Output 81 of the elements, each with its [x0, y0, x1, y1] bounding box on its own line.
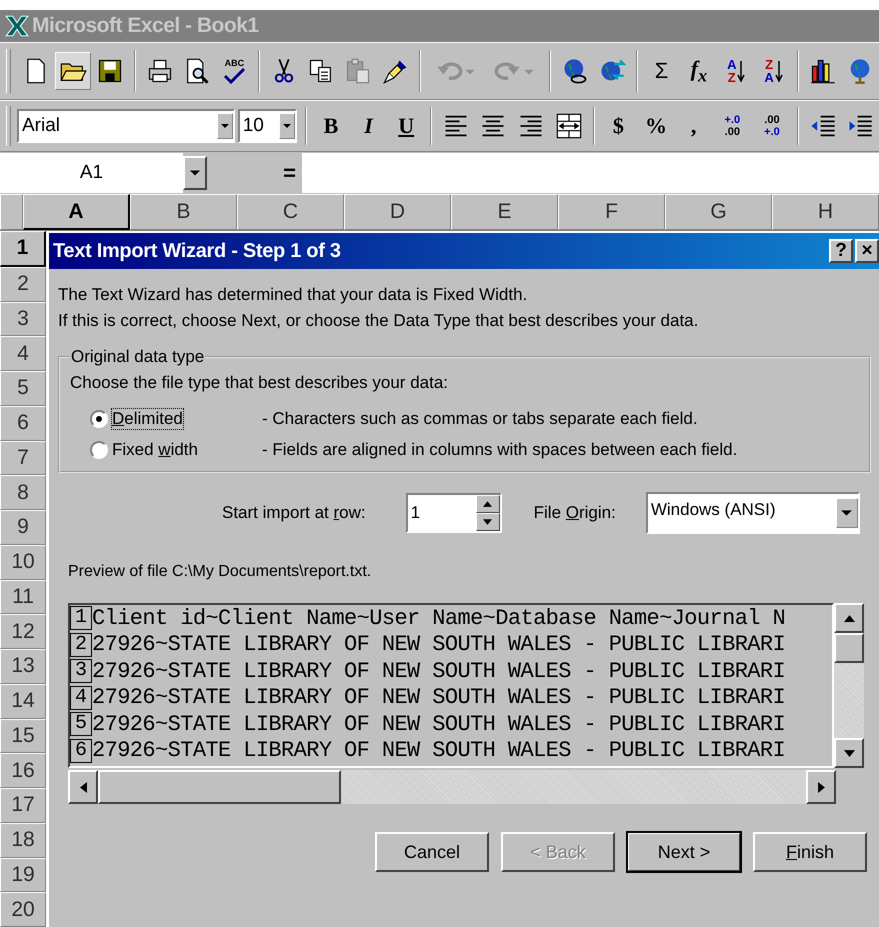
- row-header[interactable]: 9: [0, 510, 46, 545]
- name-box[interactable]: A1: [0, 153, 183, 194]
- line-number: 3: [70, 659, 92, 684]
- merge-cells-icon: [554, 112, 583, 140]
- preview-line: 27926~STATE LIBRARY OF NEW SOUTH WALES - PUBLIC LIBRARI: [92, 632, 786, 658]
- column-header[interactable]: G: [665, 194, 772, 230]
- column-header[interactable]: F: [558, 194, 665, 230]
- horizontal-scrollbar[interactable]: [68, 770, 836, 804]
- start-row-label: Start import at row:: [222, 503, 366, 524]
- preview-line: Client id~Client Name~User Name~Database Name~Journal N: [92, 606, 786, 631]
- row-header[interactable]: 11: [0, 580, 46, 614]
- dropdown-arrow-icon: [190, 169, 200, 178]
- close-button[interactable]: ×: [855, 239, 879, 264]
- row-header[interactable]: 13: [0, 649, 46, 684]
- row-header[interactable]: 19: [0, 858, 46, 892]
- radio-option[interactable]: Fixed width: [70, 440, 262, 460]
- select-all-corner[interactable]: [0, 194, 23, 230]
- edit-formula-button[interactable]: =: [283, 160, 296, 186]
- checkmark-icon: [221, 68, 248, 84]
- column-header[interactable]: C: [237, 194, 344, 230]
- preview-line: 27926~STATE LIBRARY OF NEW SOUTH WALES - PUBLIC LIBRARI: [92, 685, 786, 710]
- line-number: 6: [70, 738, 92, 763]
- help-button[interactable]: ?: [829, 239, 853, 264]
- name-box-dropdown[interactable]: [183, 156, 207, 190]
- row-header[interactable]: 17: [0, 788, 46, 823]
- row-header[interactable]: 4: [0, 336, 46, 372]
- preview-line: 27926~STATE LIBRARY OF NEW SOUTH WALES - PUBLIC LIBRARI: [92, 658, 786, 684]
- file-origin-label: File Origin:: [534, 503, 616, 524]
- line-number: 1: [70, 606, 92, 630]
- start-row-spinner[interactable]: 1: [406, 493, 502, 534]
- row-header[interactable]: 2: [0, 266, 46, 302]
- scroll-thumb[interactable]: [834, 633, 864, 664]
- column-header[interactable]: H: [772, 194, 879, 230]
- row-header[interactable]: 15: [0, 718, 46, 754]
- bar-chart-icon: [808, 57, 837, 86]
- vertical-scrollbar[interactable]: [834, 603, 864, 768]
- row-header[interactable]: 12: [0, 614, 46, 650]
- radio-button[interactable]: [90, 410, 108, 428]
- radio-option[interactable]: Delimited: [70, 408, 262, 429]
- font-dropdown[interactable]: Arial: [16, 109, 235, 144]
- row-header[interactable]: 18: [0, 822, 46, 858]
- dialog-button[interactable]: Finish: [753, 832, 867, 872]
- dialog-title: Text Import Wizard - Step 1 of 3: [53, 240, 342, 263]
- line-number: 2: [70, 632, 92, 657]
- option-description: - Characters such as commas or tabs separate each field.: [262, 408, 698, 429]
- window-title: Microsoft Excel - Book1: [32, 14, 259, 38]
- column-header[interactable]: B: [130, 194, 237, 230]
- dialog-button[interactable]: Cancel: [375, 832, 489, 872]
- row-header[interactable]: 8: [0, 475, 46, 510]
- file-origin-dropdown[interactable]: Windows (ANSI): [646, 492, 860, 534]
- column-header[interactable]: D: [344, 194, 451, 230]
- column-header[interactable]: E: [451, 194, 558, 230]
- preview-label: Preview of file C:\My Documents\report.txt.: [68, 563, 372, 582]
- formula-input[interactable]: [302, 153, 879, 194]
- down-arrow-icon: [737, 58, 746, 84]
- down-arrow-icon: [774, 58, 783, 84]
- preview-line: 27926~STATE LIBRARY OF NEW SOUTH WALES - PUBLIC LIBRARI: [92, 738, 786, 764]
- row-header[interactable]: 10: [0, 544, 46, 580]
- excel-logo-icon: [4, 13, 30, 40]
- font-size-dropdown[interactable]: 10: [238, 109, 298, 144]
- preview-line: 27926~STATE LIBRARY OF NEW SOUTH WALES - PUBLIC LIBRARI: [92, 712, 786, 737]
- row-header[interactable]: 6: [0, 406, 46, 441]
- intro-text: The Text Wizard has determined that your data is Fixed Width.: [58, 285, 528, 306]
- row-header[interactable]: 7: [0, 440, 46, 476]
- row-header[interactable]: 16: [0, 753, 46, 788]
- option-description: - Fields are aligned in columns with spaces between each field.: [262, 440, 738, 460]
- scroll-thumb[interactable]: [98, 770, 341, 804]
- intro-text: If this is correct, choose Next, or choose the Data Type that best describes your data.: [58, 311, 700, 332]
- group-title: Original data type: [70, 347, 206, 368]
- dialog-button[interactable]: Next >: [627, 832, 741, 872]
- line-number: 5: [70, 712, 92, 736]
- line-number: 4: [70, 686, 92, 710]
- row-header[interactable]: 20: [0, 892, 46, 927]
- prompt-text: Choose the file type that best describes your data:: [70, 373, 450, 394]
- row-header[interactable]: 5: [0, 371, 46, 406]
- spin-up-icon[interactable]: [476, 495, 500, 514]
- radio-button[interactable]: [90, 440, 108, 459]
- row-header[interactable]: 3: [0, 302, 46, 336]
- open-button[interactable]: [55, 52, 91, 90]
- row-header[interactable]: 14: [0, 684, 46, 719]
- spin-down-icon[interactable]: [476, 513, 500, 532]
